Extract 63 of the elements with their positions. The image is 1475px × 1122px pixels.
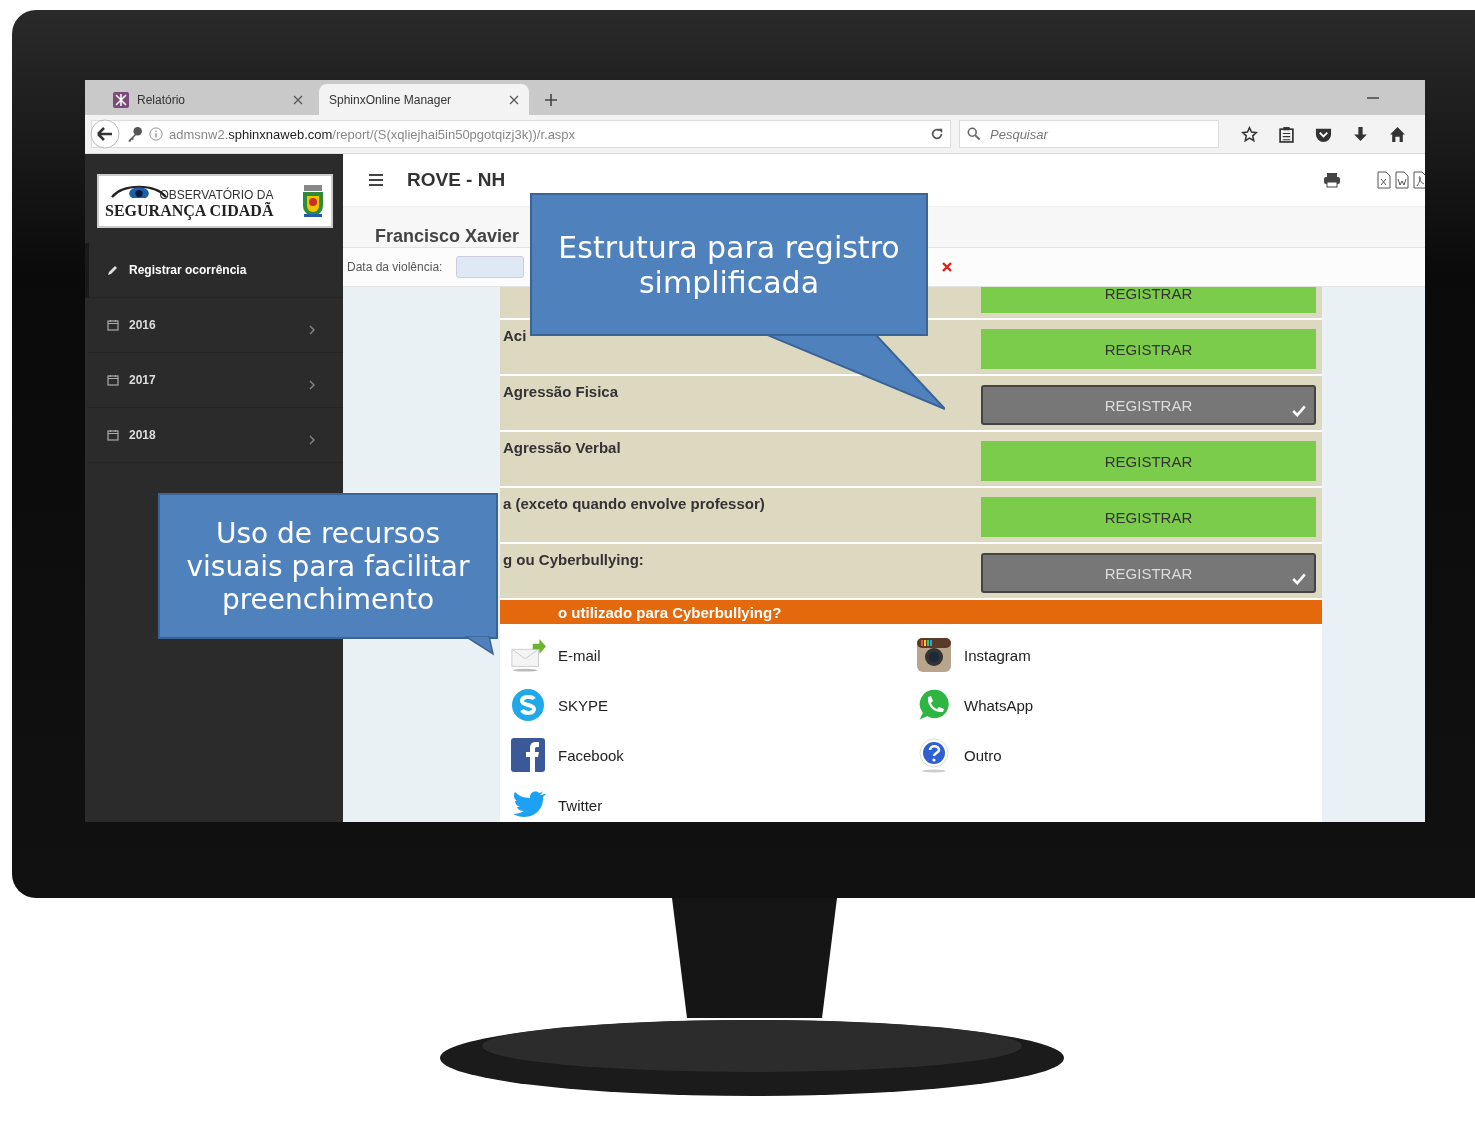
student-name: Francisco Xavier [375, 226, 520, 247]
close-icon[interactable] [509, 94, 519, 105]
clipboard-icon[interactable] [1278, 125, 1295, 143]
address-bar[interactable]: admsnw2.sphinxnaweb.com/report/(S(xqliejhai5in50pgotqizj3k))/r.aspx [91, 120, 951, 148]
register-button[interactable]: REGISTRAR [981, 329, 1316, 369]
checkmark-icon [1292, 573, 1306, 585]
url-text: admsnw2.sphinxnaweb.com/report/(S(xqliejhai5in50pgotqizj3k))/r.aspx [169, 126, 576, 142]
checkmark-icon [1292, 405, 1306, 417]
option-item[interactable]: Facebook [510, 730, 916, 780]
callout-pointer [465, 636, 495, 656]
question-label: a (exceto quando envolve professor) [503, 495, 765, 512]
question-label: Agressão Fisica [503, 383, 619, 400]
logo-text: SEGURANÇA CIDADÃ [105, 202, 274, 220]
browser-tab[interactable]: Relatório [103, 84, 313, 115]
pencil-icon [107, 264, 119, 276]
register-button[interactable]: REGISTRAR [981, 497, 1316, 537]
reload-icon[interactable] [930, 127, 944, 141]
callout-box: Uso de recursos visuais para facilitar preenchimento [158, 493, 498, 639]
word-export-icon[interactable] [1395, 171, 1409, 189]
question-mark-icon [916, 737, 952, 773]
date-label: Data da violência: [347, 260, 443, 274]
option-item[interactable]: SKYPE [510, 680, 916, 730]
clear-icon[interactable] [942, 262, 953, 272]
favicon-icon [113, 91, 129, 108]
new-tab-icon[interactable] [545, 94, 557, 106]
question-label: Agressão Verbal [503, 439, 621, 456]
browser-tab[interactable]: SphinxOnline Manager [319, 84, 529, 115]
crest-icon [301, 184, 325, 218]
chevron-icon [309, 380, 315, 390]
key-icon[interactable] [126, 125, 143, 143]
skype-logo-icon [510, 687, 546, 723]
section-header: o utilizado para Cyberbullying? [500, 600, 1322, 624]
facebook-logo-icon [510, 737, 546, 773]
option-item[interactable]: E-mail [510, 630, 916, 680]
envelope-icon [510, 637, 546, 673]
home-icon[interactable] [1389, 125, 1406, 143]
option-item[interactable]: Outro [916, 730, 1322, 780]
date-field[interactable] [456, 256, 525, 278]
search-icon [967, 127, 981, 141]
question-label: g ou Cyberbullying: [503, 551, 644, 568]
excel-export-icon[interactable] [1377, 171, 1391, 189]
register-button[interactable]: REGISTRAR [981, 287, 1316, 313]
download-icon[interactable] [1352, 125, 1369, 143]
pdf-export-icon[interactable] [1413, 171, 1425, 189]
printer-icon[interactable] [1323, 172, 1341, 188]
chevron-icon [309, 325, 315, 335]
calendar-icon [107, 319, 119, 331]
close-icon[interactable] [293, 94, 303, 105]
menu-icon[interactable] [369, 174, 383, 186]
option-item[interactable]: Instagram [916, 630, 1322, 680]
option-item[interactable]: WhatsApp [916, 680, 1322, 730]
phone-bubble-icon [916, 687, 952, 723]
question-label: Aci [503, 327, 527, 344]
calendar-icon [107, 374, 119, 386]
star-icon[interactable] [1241, 125, 1258, 143]
search-field[interactable]: Pesquisar [959, 120, 1219, 148]
page-title: ROVE - NH [407, 169, 506, 191]
option-item[interactable]: Twitter [510, 780, 916, 822]
camera-icon [916, 637, 952, 673]
logo-text: OBSERVATÓRIO DA [159, 188, 274, 202]
calendar-icon [107, 429, 119, 441]
chevron-icon [309, 435, 315, 445]
register-button[interactable]: REGISTRAR [981, 441, 1316, 481]
